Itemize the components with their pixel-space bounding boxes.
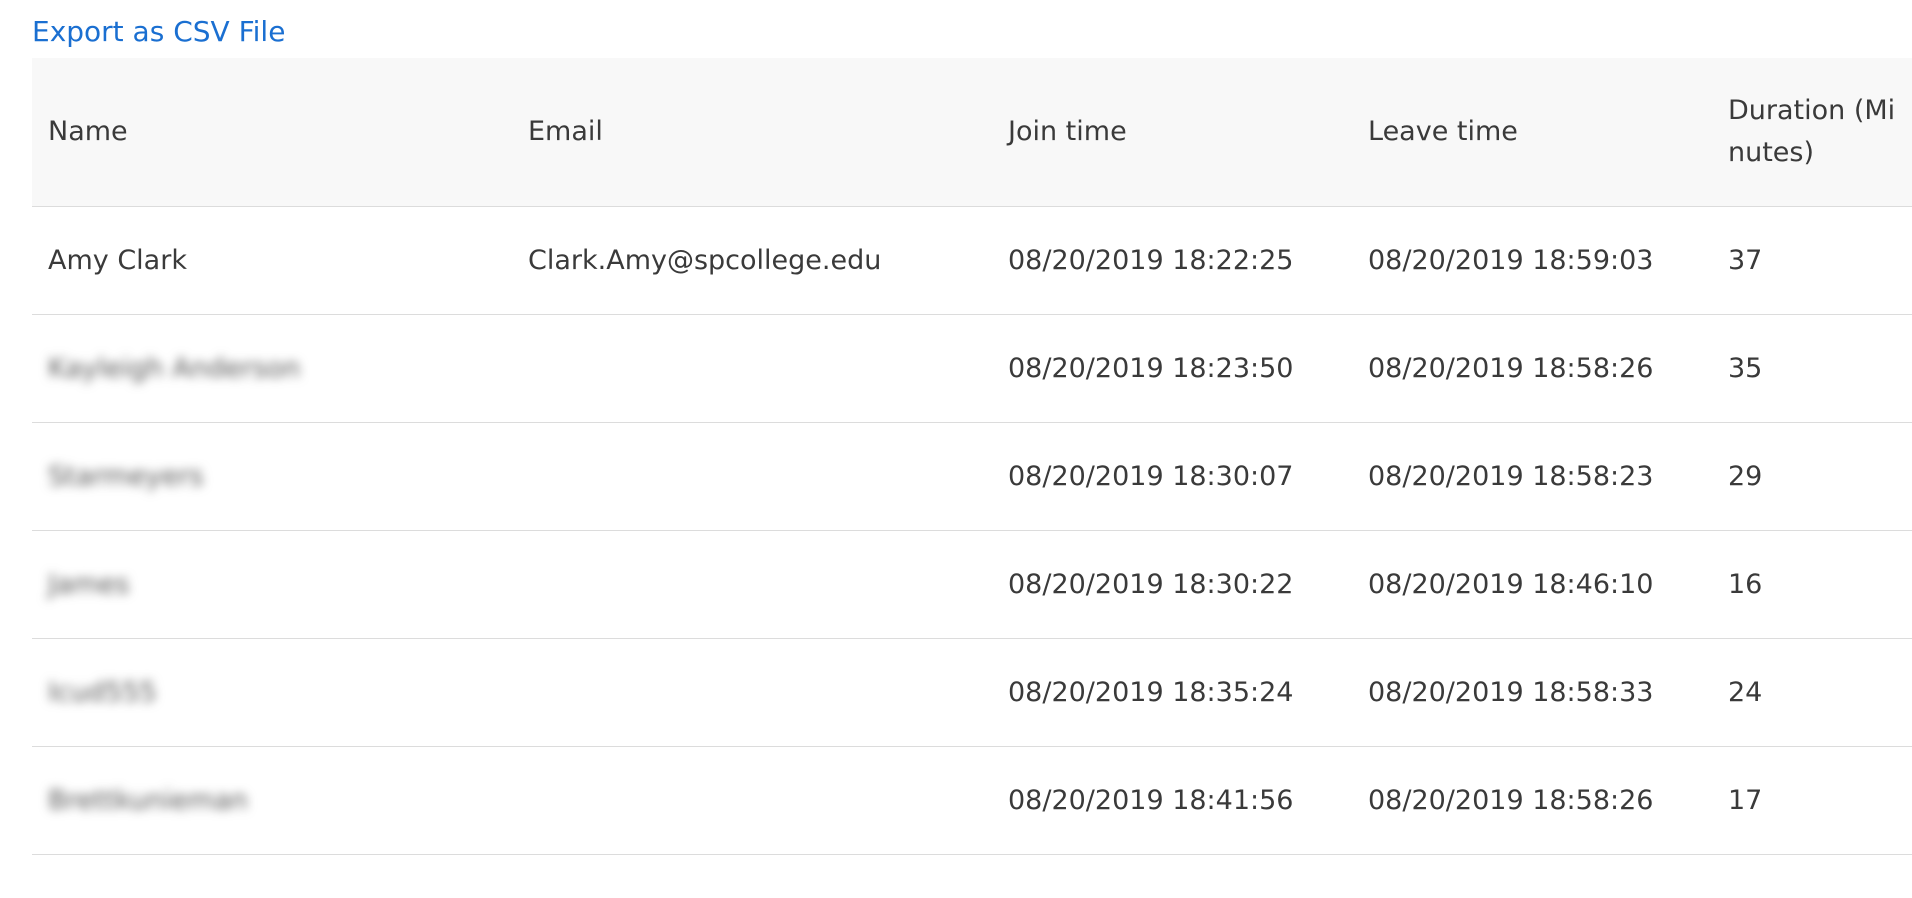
- participants-table: Name Email Join time Leave time Duration…: [32, 58, 1912, 855]
- cell-name: Amy Clark: [48, 244, 187, 276]
- column-header-leave-time: Leave time: [1368, 115, 1518, 147]
- cell-leave-time: 08/20/2019 18:58:26: [1368, 352, 1654, 384]
- cell-email: [512, 422, 992, 530]
- cell-leave-time: 08/20/2019 18:46:10: [1368, 568, 1654, 600]
- cell-join-time: 08/20/2019 18:22:25: [1008, 244, 1294, 276]
- participants-table-container: Name Email Join time Leave time Duration…: [32, 58, 1912, 858]
- blurred-name: Icud555: [48, 676, 157, 708]
- cell-email: [512, 314, 992, 422]
- cell-email: [512, 746, 992, 854]
- cell-name: Kayleigh Anderson: [32, 314, 512, 422]
- cell-join-time: 08/20/2019 18:41:56: [1008, 784, 1294, 816]
- blurred-name: James: [48, 568, 130, 600]
- cell-email: [512, 530, 992, 638]
- cell-duration: 35: [1728, 352, 1763, 384]
- blurred-name: Kayleigh Anderson: [48, 352, 301, 384]
- cell-leave-time: 08/20/2019 18:58:33: [1368, 676, 1654, 708]
- table-row: Amy Clark Clark.Amy@spcollege.edu 08/20/…: [32, 206, 1912, 314]
- cell-leave-time: 08/20/2019 18:59:03: [1368, 244, 1654, 276]
- blurred-name: Brettkunieman: [48, 784, 248, 816]
- table-row: James 08/20/2019 18:30:22 08/20/2019 18:…: [32, 530, 1912, 638]
- export-csv-link[interactable]: Export as CSV File: [32, 12, 285, 52]
- cell-name: James: [32, 530, 512, 638]
- table-row: Brettkunieman 08/20/2019 18:41:56 08/20/…: [32, 746, 1912, 854]
- cell-join-time: 08/20/2019 18:30:22: [1008, 568, 1294, 600]
- cell-duration: 29: [1728, 460, 1763, 492]
- table-body: Amy Clark Clark.Amy@spcollege.edu 08/20/…: [32, 206, 1912, 854]
- table-header-row: Name Email Join time Leave time Duration…: [32, 58, 1912, 206]
- column-header-join-time: Join time: [1008, 115, 1127, 147]
- blurred-name: Starmeyers: [48, 460, 204, 492]
- cell-email: [512, 638, 992, 746]
- cell-leave-time: 08/20/2019 18:58:26: [1368, 784, 1654, 816]
- cell-join-time: 08/20/2019 18:35:24: [1008, 676, 1294, 708]
- table-row: Starmeyers 08/20/2019 18:30:07 08/20/201…: [32, 422, 1912, 530]
- cell-name: Brettkunieman: [32, 746, 512, 854]
- cell-email: Clark.Amy@spcollege.edu: [528, 244, 882, 276]
- column-header-duration: Duration (Minutes): [1712, 58, 1912, 206]
- column-header-email: Email: [528, 115, 603, 147]
- table-row: Kayleigh Anderson 08/20/2019 18:23:50 08…: [32, 314, 1912, 422]
- cell-duration: 17: [1728, 784, 1763, 816]
- cell-join-time: 08/20/2019 18:23:50: [1008, 352, 1294, 384]
- table-row: Icud555 08/20/2019 18:35:24 08/20/2019 1…: [32, 638, 1912, 746]
- column-header-name: Name: [48, 115, 128, 147]
- cell-name: Starmeyers: [32, 422, 512, 530]
- cell-leave-time: 08/20/2019 18:58:23: [1368, 460, 1654, 492]
- cell-name: Icud555: [32, 638, 512, 746]
- table-header: Name Email Join time Leave time Duration…: [32, 58, 1912, 206]
- cell-duration: 16: [1728, 568, 1763, 600]
- cell-duration: 24: [1728, 676, 1763, 708]
- cell-join-time: 08/20/2019 18:30:07: [1008, 460, 1294, 492]
- cell-duration: 37: [1728, 244, 1763, 276]
- column-header-duration-label: Duration (Minutes): [1728, 94, 1896, 168]
